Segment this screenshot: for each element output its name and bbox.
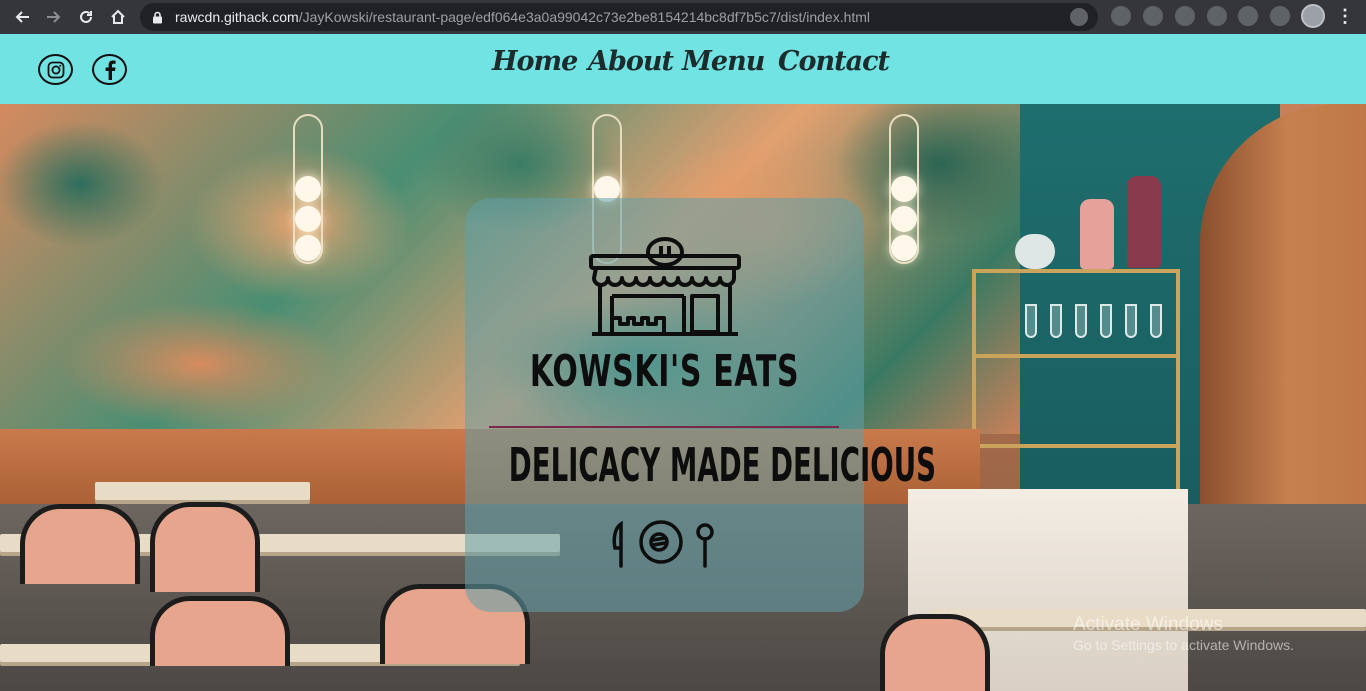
nav-contact[interactable]: Contact [778,46,890,77]
dining-chair [20,504,140,584]
home-icon [111,9,125,24]
wine-glass [1150,304,1162,338]
extension-icon[interactable] [1111,6,1131,26]
dining-chair [150,502,260,592]
home-button[interactable] [102,0,134,34]
extension-icon[interactable] [1175,6,1195,26]
facebook-icon [105,60,116,80]
hero-card: KOWSKI'S EATS DELICACY MADE DELICIOUS [465,198,936,612]
brass-shelf [975,444,1180,448]
wine-glass [1025,304,1037,338]
nav-home[interactable]: Home [492,46,578,77]
lamp-bulb [295,235,321,261]
lock-icon [152,11,166,24]
lamp-bulb [891,235,917,261]
hero-background-image: KOWSKI'S EATS DELICACY MADE DELICIOUS Ac… [0,104,1366,691]
bookmark-icon[interactable] [1070,8,1088,26]
nav-menu[interactable]: Menu [682,46,765,77]
browser-toolbar: rawcdn.githack.com/JayKowski/restaurant-… [0,0,1366,34]
brass-shelf [975,354,1180,358]
lamp-bulb [295,206,321,232]
dining-chair [150,596,290,666]
activate-windows-watermark: Activate Windows Go to Settings to activ… [1073,614,1294,654]
reload-icon [80,10,92,23]
extension-icon[interactable] [1207,6,1227,26]
vase [1080,199,1114,269]
wine-glass [1050,304,1062,338]
spoon-icon [696,523,714,541]
address-bar[interactable]: rawcdn.githack.com/JayKowski/restaurant-… [140,3,1098,31]
forward-button[interactable] [38,0,70,34]
reload-button[interactable] [70,0,102,34]
vase [1015,234,1055,269]
lamp-bulb [891,176,917,202]
profile-avatar[interactable] [1301,4,1325,28]
watermark-subtitle: Go to Settings to activate Windows. [1073,637,1294,653]
url-host: rawcdn.githack.com [175,9,299,25]
tagline: DELICACY MADE DELICIOUS [508,438,936,492]
dining-chair [880,614,990,691]
facebook-link[interactable] [92,54,127,85]
lamp-bulb [891,206,917,232]
watermark-title: Activate Windows [1073,614,1223,635]
wine-glass [1100,304,1112,338]
url-path: /JayKowski/restaurant-page/edf064e3a0a99… [298,9,871,25]
browser-menu-icon[interactable]: ⋮ [1336,7,1354,25]
extension-icon[interactable] [1270,6,1290,26]
vase [1127,176,1161,268]
brand-name: KOWSKI'S EATS [529,346,800,397]
cutlery-plate-icon [612,520,714,568]
lamp-bulb [295,176,321,202]
dining-table [95,482,310,500]
extension-icon[interactable] [1143,6,1163,26]
nav-about[interactable]: About [588,46,674,77]
site-header: Home About Menu Contact [0,34,1366,104]
instagram-link[interactable] [38,54,73,85]
extension-icon[interactable] [1238,6,1258,26]
brass-shelf [975,269,1180,273]
wine-glass [1075,304,1087,338]
divider-line [489,426,839,428]
back-button[interactable] [6,0,38,34]
knife-icon [612,520,623,568]
wine-glass [1125,304,1137,338]
forward-arrow-icon [47,11,61,23]
back-arrow-icon [15,11,29,23]
instagram-icon [47,61,64,78]
storefront-icon [589,237,741,336]
